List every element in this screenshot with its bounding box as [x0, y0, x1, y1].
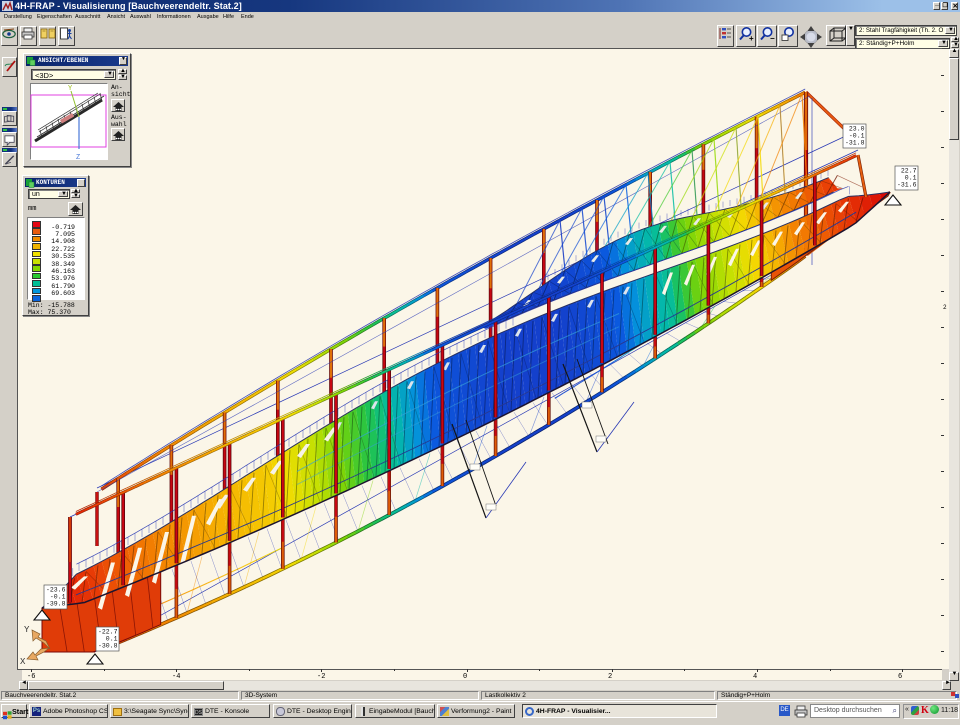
- svg-text:Y: Y: [24, 625, 30, 635]
- svg-text:0.1: 0.1: [106, 635, 118, 642]
- svg-text:23.0: 23.0: [849, 125, 865, 132]
- svg-text:-39.8: -39.8: [46, 600, 66, 607]
- svg-text:-31.8: -31.8: [845, 139, 865, 146]
- svg-text:X: X: [20, 657, 26, 667]
- svg-text:-22.7: -22.7: [98, 628, 118, 635]
- svg-text:-30.8: -30.8: [98, 642, 118, 649]
- svg-text:22.7: 22.7: [901, 167, 917, 174]
- svg-text:Z: Z: [76, 154, 80, 162]
- svg-text:-31.6: -31.6: [897, 181, 917, 188]
- svg-text:0.1: 0.1: [905, 174, 917, 181]
- svg-text:-0.1: -0.1: [849, 132, 865, 139]
- svg-text:Y: Y: [68, 85, 73, 93]
- svg-text:-0.1: -0.1: [50, 593, 66, 600]
- svg-text:-23.6: -23.6: [46, 586, 66, 593]
